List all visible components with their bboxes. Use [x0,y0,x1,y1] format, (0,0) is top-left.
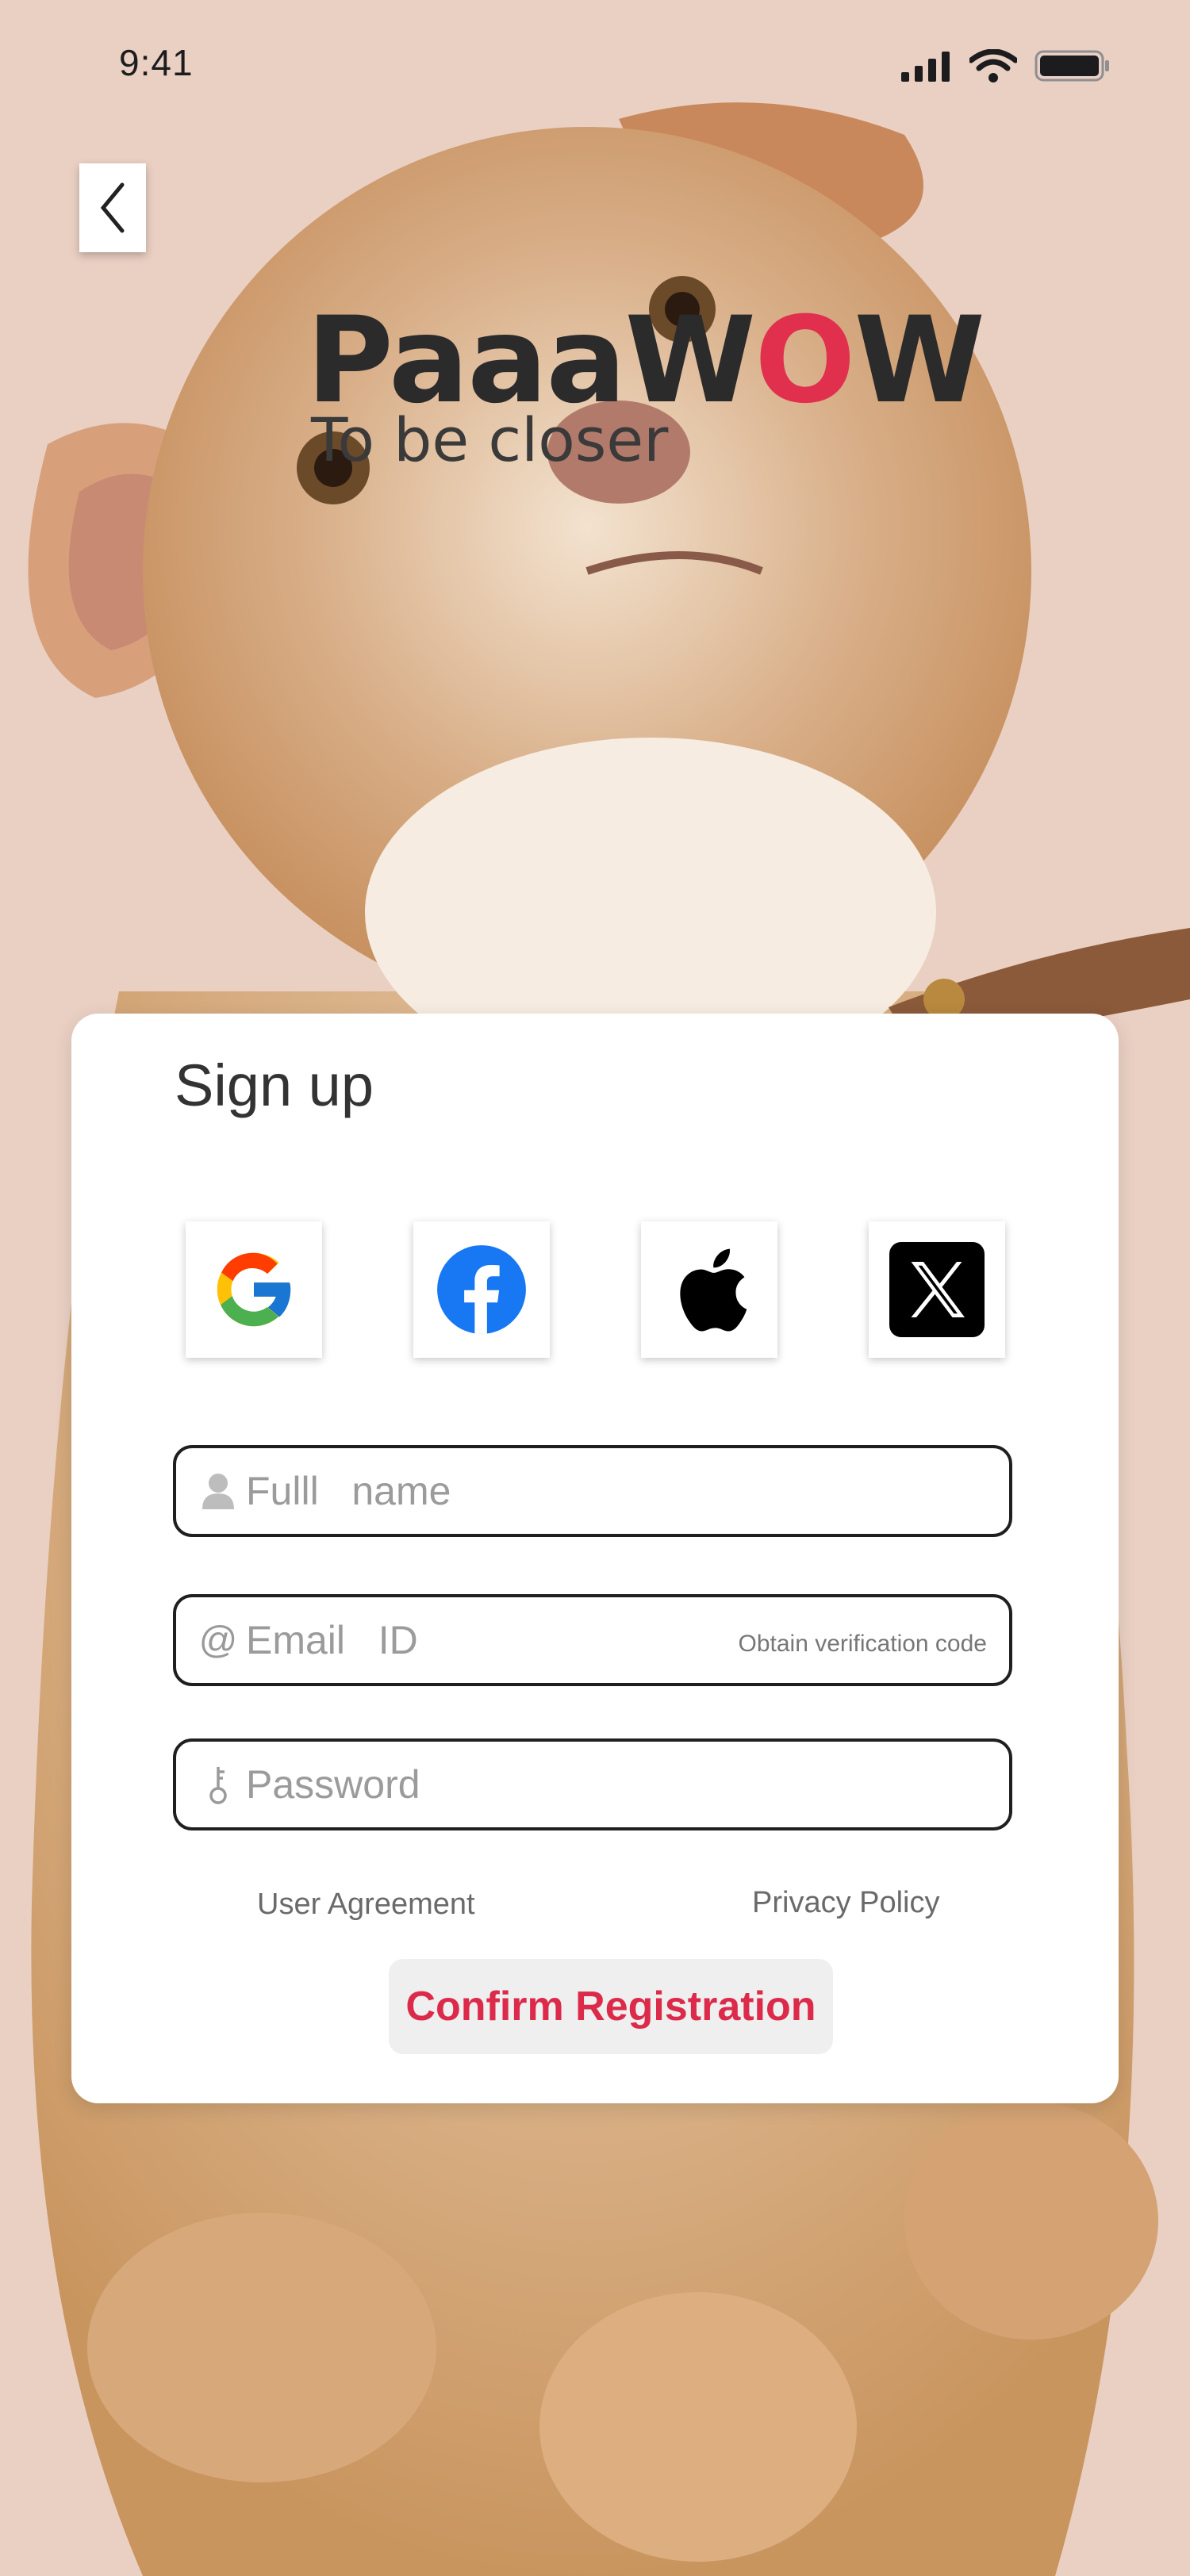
at-icon: @ [198,1619,238,1662]
logo-o-accent: O [754,292,856,430]
social-login-row [186,1221,1074,1358]
password-field[interactable]: Password [173,1738,1012,1830]
full-name-field[interactable]: Fulll name [173,1445,1012,1537]
x-signin-button[interactable] [869,1221,1005,1358]
facebook-signin-button[interactable] [413,1221,550,1358]
back-button[interactable] [79,163,146,252]
confirm-registration-button[interactable]: Confirm Registration [389,1959,833,2054]
password-placeholder: Password [246,1762,420,1807]
logo-text-end: W [854,292,985,430]
privacy-policy-link[interactable]: Privacy Policy [752,1886,940,1920]
wifi-icon [969,49,1017,82]
signup-card: Sign up Fulll name @ Email ID Obtain ver… [71,1014,1119,2103]
google-signin-button[interactable] [186,1221,322,1358]
chevron-left-icon [100,182,125,233]
email-field[interactable]: @ Email ID Obtain verification code [173,1594,1012,1686]
obtain-code-link[interactable]: Obtain verification code [738,1631,987,1658]
apple-signin-button[interactable] [641,1221,777,1358]
google-icon [217,1252,293,1327]
full-name-placeholder: Fulll name [246,1469,451,1513]
user-agreement-link[interactable]: User Agreement [257,1888,475,1922]
x-icon [889,1242,985,1337]
status-time: 9:41 [119,42,194,83]
apple-icon [680,1248,747,1332]
card-title: Sign up [175,1052,374,1118]
email-placeholder: Email ID [246,1618,418,1662]
tagline: To be closer [311,404,669,475]
app-logo: PaaaWOW [306,301,985,420]
key-icon [190,1764,246,1805]
status-icons [901,49,1111,82]
battery-icon [1035,50,1109,82]
facebook-icon [437,1245,526,1334]
signal-icon [901,52,950,82]
person-icon [190,1471,246,1511]
